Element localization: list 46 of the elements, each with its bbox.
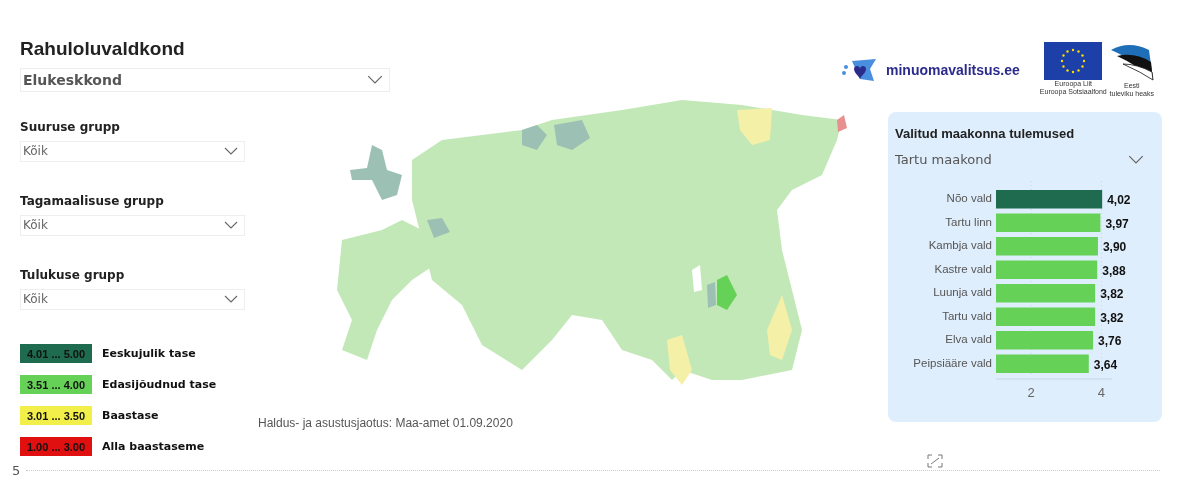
value-label: 3,82 xyxy=(1100,287,1124,301)
category-label: Luunja vald xyxy=(933,286,992,298)
category-label: Tartu vald xyxy=(942,309,992,322)
legend-swatch: 3.01 ... 3.50 xyxy=(20,406,92,425)
legend-swatch: 1.00 ... 3.00 xyxy=(20,437,92,456)
report-title: Rahuloluvaldkond xyxy=(20,38,186,60)
filter-dropdown[interactable]: Kõik xyxy=(20,140,245,162)
filter-dropdown[interactable]: Kõik xyxy=(20,214,245,236)
value-label: 3,76 xyxy=(1098,334,1122,348)
value-label: 3,88 xyxy=(1102,263,1126,278)
legend-swatch: 4.01 ... 5.00 xyxy=(20,344,92,363)
value-label: 3,82 xyxy=(1100,310,1124,325)
legend-label: Baastase xyxy=(102,409,159,422)
legend-label: Edasijõudnud tase xyxy=(102,378,217,391)
legend-label: Eeskujulik tase xyxy=(102,347,196,360)
value-label: 4,02 xyxy=(1107,193,1131,207)
site-logo-text: minuomavalitsus.ee xyxy=(886,62,1020,78)
filter-label: Tulukuse grupp xyxy=(20,267,126,282)
category-label: Nõo vald xyxy=(946,192,992,204)
value-label: 3,64 xyxy=(1093,357,1118,372)
eu-flag-icon xyxy=(1044,42,1103,80)
filter-label: Tagamaalisuse grupp xyxy=(20,193,165,208)
county-dropdown[interactable]: Tartu maakond xyxy=(894,145,1150,173)
chevron-down-icon xyxy=(224,295,238,304)
page-number: 5 xyxy=(12,462,21,478)
chevron-down-icon xyxy=(1128,154,1144,164)
axis-tick-label: 4 xyxy=(1097,385,1106,400)
map-caption: Haldus- ja asustusjaotus: Maa-amet 01.09.2020 xyxy=(258,416,513,430)
axis-tick-label: 2 xyxy=(1027,385,1035,400)
category-label: Peipsiääre vald xyxy=(913,356,992,369)
filter-label: Suuruse grupp xyxy=(20,119,121,134)
chevron-down-icon xyxy=(367,75,383,85)
value-label: 3,97 xyxy=(1105,216,1129,231)
panel-title: Valitud maakonna tulemused xyxy=(895,126,1076,141)
category-label: Elva vald xyxy=(945,333,992,345)
chevron-down-icon xyxy=(224,147,238,156)
chevron-down-icon xyxy=(224,221,238,230)
expand-icon[interactable] xyxy=(927,454,943,468)
legend-label: Alla baastaseme xyxy=(102,440,205,453)
category-label: Kastre vald xyxy=(934,262,992,275)
category-label: Tartu linn xyxy=(945,215,992,228)
value-label: 3,90 xyxy=(1102,240,1127,254)
legend-swatch: 3.51 ... 4.00 xyxy=(20,375,92,394)
filter-dropdown[interactable]: Kõik xyxy=(20,288,245,310)
category-label: Kambja vald xyxy=(928,239,992,251)
domain-dropdown[interactable]: Elukeskkond xyxy=(20,68,390,92)
